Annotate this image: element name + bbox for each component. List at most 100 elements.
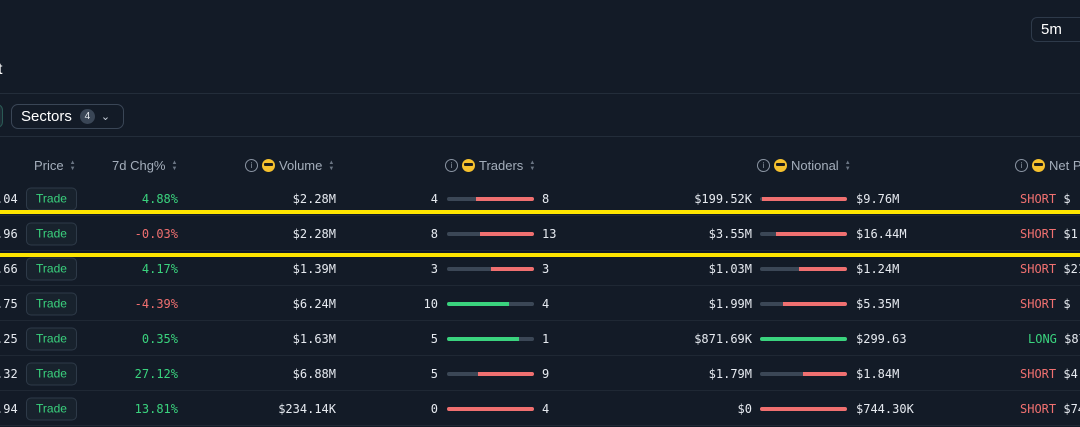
timeframe-selector[interactable]: 5m <box>1031 17 1080 42</box>
price-cell: .25 <box>0 331 18 346</box>
chg-cell: 4.88% <box>141 191 178 206</box>
price-cell: .75 <box>0 296 18 311</box>
table-row: .32 Trade 27.12% $6.88M 5 9 $1.79M $1.84… <box>0 356 1080 391</box>
page-title: t <box>0 61 3 78</box>
col-header-traders[interactable]: i Traders ▲ ▼ <box>445 158 535 173</box>
trade-button[interactable]: Trade <box>26 292 77 315</box>
traders-short-count: 1 <box>542 331 550 346</box>
info-icon[interactable]: i <box>1015 159 1028 172</box>
col-header-price[interactable]: Price ▲ ▼ <box>34 158 76 173</box>
notional-long-value: $1.99M <box>708 296 752 311</box>
side-badge: SHORT <box>1020 401 1057 416</box>
sort-icon: ▲ ▼ <box>328 159 335 172</box>
net-position-cell: SHORT $74 <box>1020 402 1080 416</box>
chg-cell: -4.39% <box>134 296 178 311</box>
sectors-count-badge: 4 <box>79 109 95 124</box>
info-icon[interactable]: i <box>445 159 458 172</box>
table-row: .25 Trade 0.35% $1.63M 5 1 $871.69K $299… <box>0 321 1080 356</box>
volume-cell: $234.14K <box>278 401 336 416</box>
highlight-line-bottom <box>0 253 1080 257</box>
notional-ratio-bar <box>760 371 847 376</box>
notional-ratio-bar <box>760 336 847 341</box>
volume-cell: $6.88M <box>292 366 336 381</box>
notional-long-value: $871.69K <box>694 331 752 346</box>
trade-button[interactable]: Trade <box>26 257 77 280</box>
notional-long-value: $0 <box>737 401 752 416</box>
trade-button[interactable]: Trade <box>26 327 77 350</box>
sort-icon: ▲ ▼ <box>171 159 178 172</box>
table-row: .96 Trade -0.03% $2.28M 8 13 $3.55M $16.… <box>0 216 1080 251</box>
traders-ratio-bar <box>447 196 534 201</box>
notional-short-value: $299.63 <box>856 331 907 346</box>
sectors-filter-button[interactable]: Sectors 4 ⌄ <box>11 104 124 129</box>
filter-pill[interactable] <box>0 104 3 128</box>
notional-ratio-bar <box>760 266 847 271</box>
sort-icon: ▲ ▼ <box>529 159 536 172</box>
traders-short-count: 9 <box>542 366 550 381</box>
volume-cell: $1.63M <box>292 331 336 346</box>
side-badge: LONG <box>1028 331 1057 346</box>
side-badge: SHORT <box>1020 191 1057 206</box>
col-header-notional[interactable]: i Notional ▲ ▼ <box>757 158 851 173</box>
net-position-cell: SHORT $4 <box>1020 367 1078 381</box>
sectors-label: Sectors <box>21 108 72 125</box>
notional-ratio-bar <box>760 301 847 306</box>
sunglasses-emoji-icon <box>462 159 475 172</box>
col-header-net-label: Net P <box>1049 158 1080 173</box>
net-position-cell: SHORT $ <box>1020 192 1071 206</box>
net-position-cell: SHORT $1 <box>1020 227 1078 241</box>
net-position-value: $ <box>1063 191 1071 206</box>
info-icon[interactable]: i <box>245 159 258 172</box>
trade-button[interactable]: Trade <box>26 222 77 245</box>
notional-short-value: $744.30K <box>856 401 914 416</box>
net-position-value: $74 <box>1063 401 1080 416</box>
notional-long-value: $199.52K <box>694 191 752 206</box>
traders-ratio-bar <box>447 231 534 236</box>
col-header-chg[interactable]: 7d Chg% ▲ ▼ <box>112 158 177 173</box>
col-header-net[interactable]: i Net P <box>1015 158 1080 173</box>
volume-cell: $1.39M <box>292 261 336 276</box>
net-position-value: $ <box>1063 296 1071 311</box>
traders-short-count: 13 <box>542 226 557 241</box>
price-cell: .94 <box>0 401 18 416</box>
volume-cell: $2.28M <box>292 226 336 241</box>
notional-long-value: $1.03M <box>708 261 752 276</box>
traders-long-count: 10 <box>423 296 438 311</box>
info-icon[interactable]: i <box>757 159 770 172</box>
price-cell: .32 <box>0 366 18 381</box>
net-position-cell: SHORT $ <box>1020 297 1071 311</box>
notional-short-value: $1.24M <box>856 261 900 276</box>
notional-short-value: $5.35M <box>856 296 900 311</box>
table-row: .75 Trade -4.39% $6.24M 10 4 $1.99M $5.3… <box>0 286 1080 321</box>
net-position-cell: LONG $87 <box>1028 332 1080 346</box>
chevron-down-icon: ⌄ <box>100 111 111 123</box>
col-header-volume[interactable]: i Volume ▲ ▼ <box>245 158 334 173</box>
notional-short-value: $16.44M <box>856 226 907 241</box>
col-header-chg-label: 7d Chg% <box>112 158 166 173</box>
highlight-line-top <box>0 210 1080 214</box>
side-badge: SHORT <box>1020 366 1057 381</box>
col-header-traders-label: Traders <box>479 158 524 173</box>
notional-long-value: $3.55M <box>708 226 752 241</box>
chg-cell: 27.12% <box>134 366 178 381</box>
notional-short-value: $9.76M <box>856 191 900 206</box>
net-position-value: $4 <box>1063 366 1078 381</box>
net-position-value: $1 <box>1063 226 1078 241</box>
trade-button[interactable]: Trade <box>26 362 77 385</box>
side-badge: SHORT <box>1020 226 1057 241</box>
notional-ratio-bar <box>760 231 847 236</box>
trade-button[interactable]: Trade <box>26 187 77 210</box>
side-badge: SHORT <box>1020 261 1057 276</box>
table-row: .94 Trade 13.81% $234.14K 0 4 $0 $744.30… <box>0 391 1080 426</box>
chg-cell: 4.17% <box>141 261 178 276</box>
traders-long-count: 0 <box>430 401 438 416</box>
chg-cell: 0.35% <box>141 331 178 346</box>
net-position-value: $87 <box>1064 331 1080 346</box>
net-position-cell: SHORT $21 <box>1020 262 1080 276</box>
sunglasses-emoji-icon <box>774 159 787 172</box>
sort-icon: ▲ ▼ <box>844 159 851 172</box>
trade-button[interactable]: Trade <box>26 397 77 420</box>
divider <box>0 93 1080 94</box>
col-header-notional-label: Notional <box>791 158 839 173</box>
traders-long-count: 4 <box>430 191 438 206</box>
